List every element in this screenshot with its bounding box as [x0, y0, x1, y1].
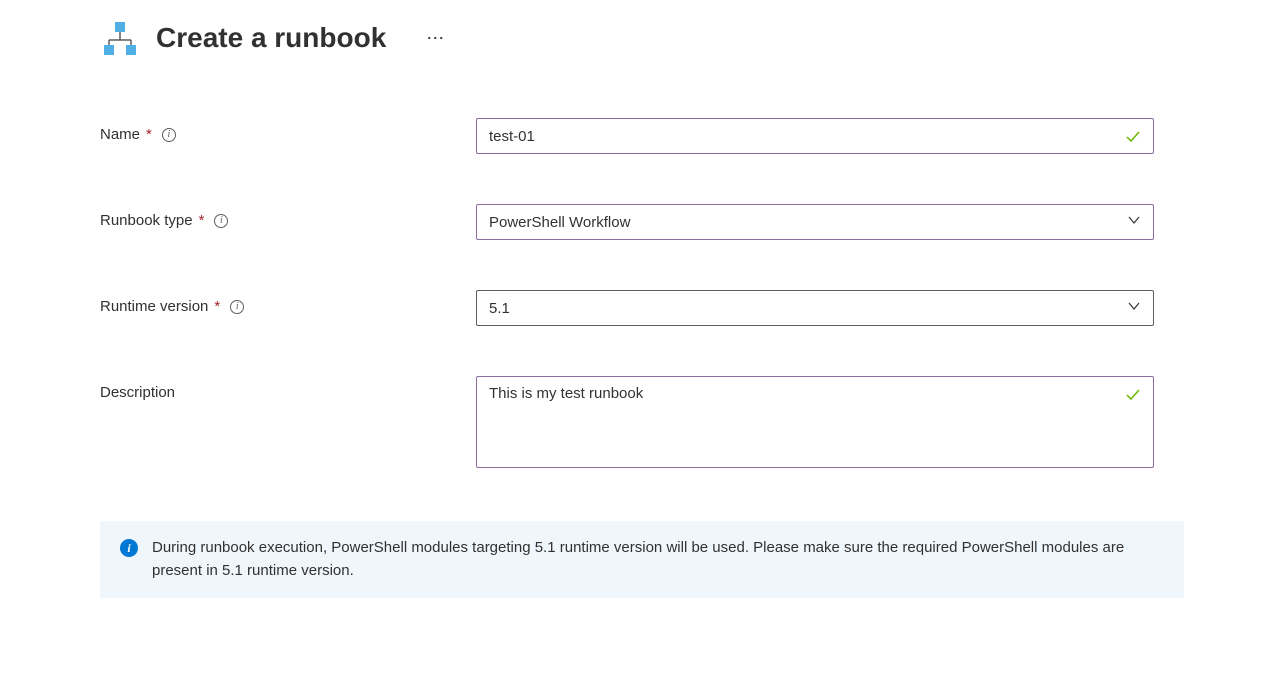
name-row: Name * i	[100, 118, 1154, 154]
description-input-col	[476, 376, 1154, 471]
info-icon[interactable]: i	[230, 300, 244, 314]
info-banner: i During runbook execution, PowerShell m…	[100, 521, 1184, 598]
runbook-type-row: Runbook type * i PowerShell Workflow	[100, 204, 1154, 240]
name-input-col	[476, 118, 1154, 154]
more-options-button[interactable]: ⋯	[426, 28, 446, 49]
runtime-version-input-col: 5.1	[476, 290, 1154, 326]
info-icon[interactable]: i	[162, 128, 176, 142]
name-label-col: Name * i	[100, 118, 476, 143]
info-banner-icon: i	[120, 539, 138, 557]
runbook-type-label: Runbook type	[100, 212, 193, 229]
runbook-form: Name * i Runbook type * i PowerShell Wor…	[0, 118, 1284, 471]
runbook-type-label-col: Runbook type * i	[100, 204, 476, 229]
runbook-type-input-col: PowerShell Workflow	[476, 204, 1154, 240]
page-title: Create a runbook	[156, 22, 386, 54]
runbook-type-dropdown[interactable]: PowerShell Workflow	[476, 204, 1154, 240]
runtime-version-label-col: Runtime version * i	[100, 290, 476, 315]
runbook-type-value: PowerShell Workflow	[489, 214, 630, 231]
required-indicator: *	[146, 126, 152, 143]
required-indicator: *	[199, 212, 205, 229]
runbook-icon	[100, 18, 140, 58]
checkmark-icon	[1124, 128, 1142, 149]
name-label: Name	[100, 126, 140, 143]
checkmark-icon	[1124, 386, 1142, 407]
required-indicator: *	[214, 298, 220, 315]
runtime-version-label: Runtime version	[100, 298, 208, 315]
page-header: Create a runbook ⋯	[0, 18, 1284, 58]
runtime-version-row: Runtime version * i 5.1	[100, 290, 1154, 326]
description-row: Description	[100, 376, 1154, 471]
chevron-down-icon	[1127, 213, 1141, 231]
chevron-down-icon	[1127, 299, 1141, 317]
info-icon[interactable]: i	[214, 214, 228, 228]
description-input[interactable]	[476, 376, 1154, 468]
name-input[interactable]	[476, 118, 1154, 154]
runtime-version-value: 5.1	[489, 300, 510, 317]
description-label-col: Description	[100, 376, 476, 401]
description-label: Description	[100, 384, 175, 401]
info-banner-text: During runbook execution, PowerShell mod…	[152, 537, 1164, 582]
runtime-version-dropdown[interactable]: 5.1	[476, 290, 1154, 326]
